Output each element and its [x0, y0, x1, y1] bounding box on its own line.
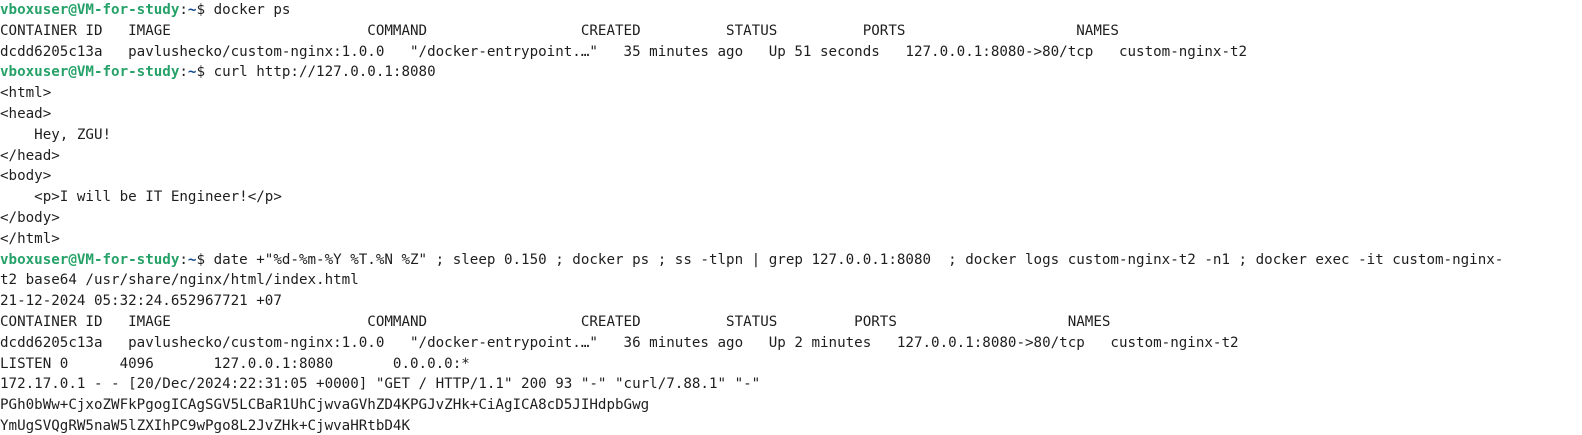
- prompt-user: vboxuser@VM-for-study: [0, 2, 180, 18]
- command-text: docker ps: [213, 2, 291, 18]
- output-line: t2 base64 /usr/share/nginx/html/index.ht…: [0, 272, 359, 289]
- output-line: Hey, ZGU!: [0, 126, 112, 143]
- output-line: </head>: [0, 147, 60, 164]
- prompt-separator: :: [179, 2, 188, 18]
- output-line: YmUgSVQgRW5naW5lZXIhPC9wPgo8L2JvZHk+Cjwv…: [0, 417, 410, 434]
- terminal-output: vboxuser@VM-for-study:~$ docker ps CONTAI…: [0, 0, 1582, 435]
- prompt-line: vboxuser@VM-for-study:~$ date +"%d-%m-%Y…: [0, 250, 1582, 271]
- prompt-symbol: $: [196, 2, 214, 18]
- prompt-line: vboxuser@VM-for-study:~$ docker ps: [0, 0, 1582, 21]
- output-line: LISTEN 0 4096 127.0.0.1:8080 0.0.0.0:*: [0, 355, 470, 372]
- prompt-line: vboxuser@VM-for-study:~$ curl http://127…: [0, 62, 1582, 83]
- prompt-symbol: $: [196, 64, 214, 81]
- command-text: curl http://127.0.0.1:8080: [213, 64, 436, 81]
- prompt-separator: :: [179, 64, 188, 81]
- prompt-symbol: $: [196, 251, 214, 268]
- output-line: CONTAINER ID IMAGE COMMAND CREATED STATU…: [0, 22, 1119, 39]
- output-line: dcdd6205c13a pavlushecko/custom-nginx:1.…: [0, 43, 1248, 60]
- output-line: </html>: [0, 230, 60, 247]
- output-line: dcdd6205c13a pavlushecko/custom-nginx:1.…: [0, 334, 1239, 351]
- output-line: <head>: [0, 105, 52, 122]
- prompt-user: vboxuser@VM-for-study: [0, 64, 180, 81]
- output-line: <p>I will be IT Engineer!</p>: [0, 189, 282, 206]
- terminal-window[interactable]: vboxuser@VM-for-study:~$ docker ps CONTAI…: [0, 0, 1582, 435]
- output-line: CONTAINER ID IMAGE COMMAND CREATED STATU…: [0, 313, 1111, 330]
- command-text: date +"%d-%m-%Y %T.%N %Z" ; sleep 0.150 …: [213, 251, 1504, 268]
- prompt-separator: :: [179, 251, 188, 268]
- output-line: 172.17.0.1 - - [20/Dec/2024:22:31:05 +00…: [0, 376, 761, 393]
- output-line: <body>: [0, 168, 52, 185]
- output-line: <html>: [0, 85, 52, 102]
- output-line: 21-12-2024 05:32:24.652967721 +07: [0, 293, 282, 310]
- output-line: </body>: [0, 209, 60, 226]
- prompt-user: vboxuser@VM-for-study: [0, 251, 180, 268]
- output-line: PGh0bWw+CjxoZWFkPgogICAgSGV5LCBaR1UhCjwv…: [0, 397, 650, 414]
